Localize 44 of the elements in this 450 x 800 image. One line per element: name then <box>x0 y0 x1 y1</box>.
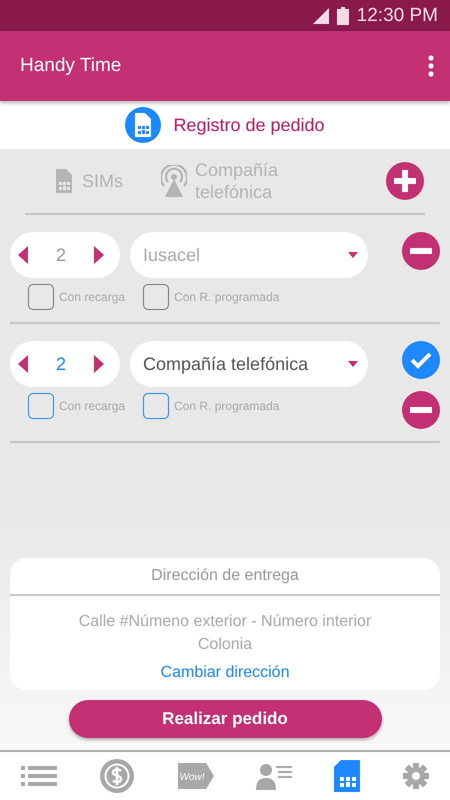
contact-list-icon[interactable] <box>256 762 292 790</box>
add-button[interactable] <box>386 162 424 200</box>
change-address-link[interactable]: Cambiar dirección <box>160 664 290 682</box>
company-dropdown[interactable]: Compañía telefónica <box>130 341 368 387</box>
checkbox[interactable] <box>143 284 170 310</box>
checkbox-label: Con recarga <box>59 290 126 304</box>
tag-icon[interactable]: Wow! <box>178 763 214 789</box>
decrease-icon[interactable] <box>18 246 28 264</box>
increase-icon[interactable] <box>94 246 104 264</box>
company-dropdown[interactable]: Iusacel <box>130 232 368 278</box>
address-text: Calle #Númeno exterior - Número interior Colonia <box>78 612 372 655</box>
plus-icon <box>394 170 416 192</box>
sim-icon[interactable] <box>334 760 360 792</box>
decrease-icon[interactable] <box>18 355 28 373</box>
submit-button[interactable]: Realizar pedido <box>68 700 382 738</box>
page-title: Registro de pedido <box>173 114 325 136</box>
checkbox-label: Con R. programada <box>174 290 280 304</box>
checkbox[interactable] <box>28 284 54 310</box>
antenna-icon <box>161 165 188 197</box>
remove-button[interactable] <box>402 232 440 270</box>
settings-icon[interactable] <box>402 763 429 789</box>
caret-icon <box>348 252 358 258</box>
checkbox[interactable] <box>143 393 170 419</box>
checkbox-label: Con recarga <box>59 399 126 413</box>
quantity-stepper[interactable]: 2 <box>10 341 120 387</box>
more-icon[interactable] <box>428 55 434 77</box>
list-icon[interactable] <box>21 765 58 787</box>
increase-icon[interactable] <box>94 355 104 373</box>
remove-button[interactable] <box>402 391 440 429</box>
minus-icon <box>410 407 432 413</box>
confirm-button[interactable] <box>402 341 440 379</box>
sim-icon <box>125 107 162 143</box>
signal-icon <box>312 8 329 24</box>
coin-icon[interactable] <box>99 758 136 794</box>
checkbox-label: Con R. programada <box>174 399 280 413</box>
quantity-stepper[interactable]: 2 <box>10 232 120 278</box>
check-icon <box>410 351 432 369</box>
card-title: Dirección de entrega <box>151 566 299 586</box>
battery-icon <box>336 6 349 24</box>
app-title: Handy Time <box>20 55 122 77</box>
caret-icon <box>348 361 358 367</box>
checkbox[interactable] <box>28 393 54 419</box>
minus-icon <box>410 248 432 254</box>
status-time: 12:30 PM <box>356 4 438 26</box>
